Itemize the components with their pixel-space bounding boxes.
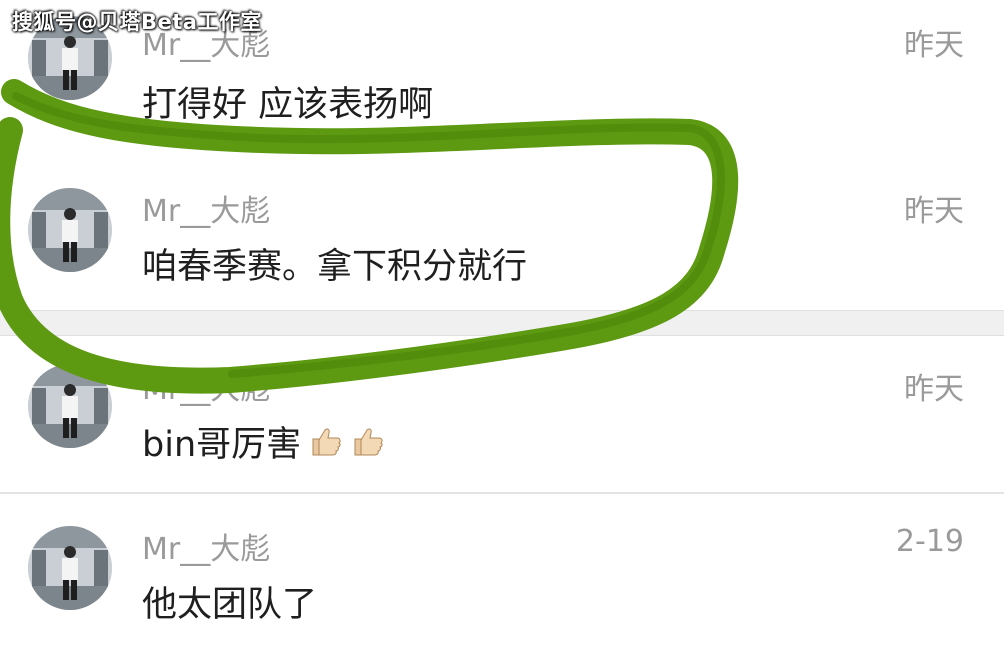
comment-text-container: 咱春季赛。拿下积分就行 (142, 238, 527, 289)
comment-time: 昨天 (904, 194, 964, 229)
comment-text: 打得好 应该表扬啊 (142, 85, 434, 125)
avatar-photo-icon (28, 188, 112, 272)
watermark-text: 搜狐号@贝塔Beta工作室 (12, 10, 262, 34)
avatar[interactable] (28, 364, 112, 448)
thumbs-up-icon (354, 428, 383, 455)
comment-text: 他太团队了 (142, 585, 318, 625)
avatar[interactable] (28, 188, 112, 272)
avatar[interactable] (28, 526, 112, 610)
avatar-photo-icon (28, 526, 112, 610)
comment-text-container: bin哥厉害 (142, 416, 385, 467)
comment-text: 咱春季赛。拿下积分就行 (142, 247, 528, 287)
comment-text-container: 打得好 应该表扬啊 (142, 76, 433, 127)
section-divider (0, 310, 1004, 336)
comment-text: bin哥厉害 (142, 425, 302, 465)
comment-time: 2-19 (895, 524, 964, 559)
comment-list: Mr__大彪 昨天 打得好 应该表扬啊 Mr__大彪 昨天 咱春季赛。拿下积分就… (0, 0, 1004, 647)
comment-time: 昨天 (904, 28, 964, 63)
comment-username[interactable]: Mr__大彪 (142, 364, 270, 408)
comment-item[interactable]: Mr__大彪 昨天 bin哥厉害 (0, 336, 1004, 492)
avatar-photo-icon (28, 364, 112, 448)
comment-item[interactable]: Mr__大彪 昨天 咱春季赛。拿下积分就行 (0, 158, 1004, 310)
comment-username[interactable]: Mr__大彪 (142, 186, 270, 230)
comment-time: 昨天 (904, 372, 964, 407)
comment-item[interactable]: Mr__大彪 2-19 他太团队了 (0, 494, 1004, 647)
thumbs-up-icon (312, 428, 341, 455)
comment-text-container: 他太团队了 (142, 576, 317, 627)
comment-username[interactable]: Mr__大彪 (142, 524, 270, 568)
